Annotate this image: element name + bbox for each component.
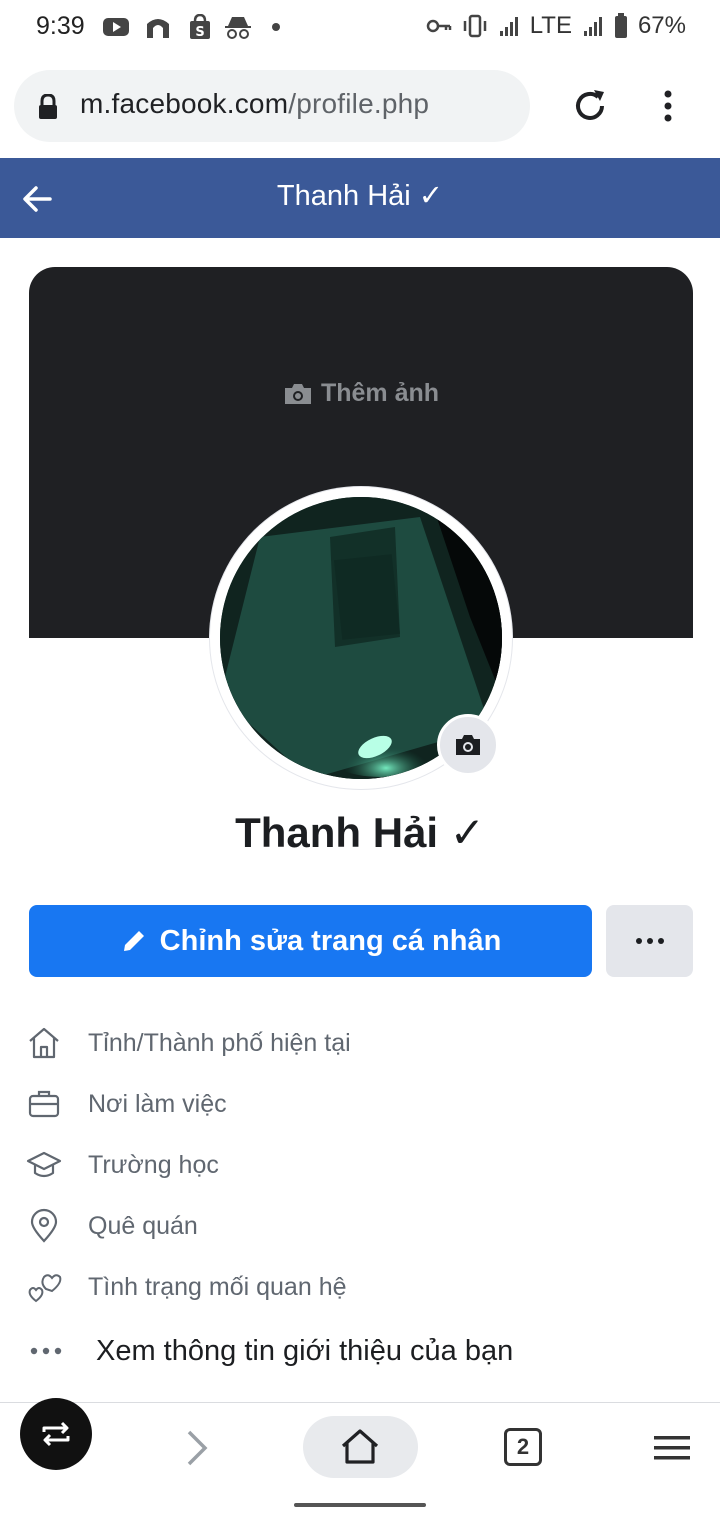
shopping-bag-icon: S — [190, 14, 210, 40]
home-icon — [341, 1429, 379, 1464]
address-bar[interactable]: m.facebook.com/profile.php — [14, 70, 530, 142]
network-type: LTE — [529, 12, 572, 39]
incognito-icon — [225, 17, 251, 39]
signal-icon-2 — [583, 17, 602, 36]
home-icon — [29, 1027, 59, 1059]
info-item-label: Nơi làm việc — [88, 1089, 227, 1118]
see-about-info-label: Xem thông tin giới thiệu của bạn — [96, 1334, 514, 1367]
signal-icon-1 — [499, 17, 518, 36]
graduation-cap-icon — [26, 1151, 62, 1178]
camera-icon — [456, 735, 480, 755]
more-dots-icon — [30, 1347, 62, 1355]
hearts-icon — [28, 1274, 62, 1303]
info-item-relationship[interactable]: Tình trạng mối quan hệ — [26, 1263, 686, 1311]
tab-switcher-button[interactable]: 2 — [504, 1428, 542, 1466]
change-profile-picture-button[interactable] — [437, 714, 499, 776]
edit-profile-label: Chỉnh sửa trang cá nhân — [159, 924, 502, 957]
edit-profile-button[interactable]: Chỉnh sửa trang cá nhân — [29, 905, 592, 977]
info-item-school[interactable]: Trường học — [26, 1141, 686, 1189]
briefcase-icon — [28, 1090, 60, 1118]
home-button[interactable] — [303, 1416, 418, 1478]
forward-chevron-icon[interactable] — [180, 1428, 214, 1468]
info-item-current-city[interactable]: Tỉnh/Thành phố hiện tại — [26, 1019, 686, 1067]
info-item-label: Tình trạng mối quan hệ — [88, 1272, 347, 1301]
location-pin-icon — [30, 1208, 58, 1243]
pencil-icon — [123, 931, 144, 951]
add-photo-label: Thêm ảnh — [320, 379, 440, 407]
status-right-group: LTE 67% — [426, 12, 686, 40]
info-item-label: Tỉnh/Thành phố hiện tại — [88, 1028, 351, 1057]
info-item-label: Quê quán — [88, 1211, 198, 1240]
hamburger-menu-icon[interactable] — [654, 1434, 690, 1462]
see-about-info-link[interactable]: Xem thông tin giới thiệu của bạn — [30, 1326, 513, 1376]
battery-level: 67% — [637, 12, 686, 39]
url-path: /profile.php — [288, 88, 430, 119]
status-time: 9:39 — [36, 12, 85, 40]
vpn-arch-icon — [147, 19, 169, 38]
svg-text:S: S — [195, 25, 204, 40]
notification-dot-icon — [272, 23, 280, 31]
gesture-navigation-bar[interactable] — [294, 1503, 426, 1507]
info-item-hometown[interactable]: Quê quán — [26, 1202, 686, 1250]
status-bar: 9:39 S LTE 67% — [0, 0, 720, 56]
lock-icon — [39, 94, 57, 119]
browser-menu-icon[interactable] — [660, 88, 676, 128]
youtube-icon — [103, 18, 129, 36]
info-item-label: Trường học — [88, 1150, 219, 1179]
url-host: m.facebook.com — [80, 88, 289, 119]
more-dots-icon — [635, 938, 664, 944]
reload-icon[interactable] — [570, 86, 610, 126]
vibrate-icon — [463, 14, 486, 38]
battery-icon — [614, 13, 627, 38]
info-item-workplace[interactable]: Nơi làm việc — [26, 1080, 686, 1128]
profile-name: Thanh Hải ✓ — [235, 809, 485, 856]
key-icon — [426, 19, 451, 33]
url-text[interactable]: m.facebook.com/profile.php — [80, 88, 429, 120]
more-options-button[interactable] — [606, 905, 693, 977]
facebook-header: Thanh Hải ✓ — [0, 158, 720, 238]
switch-tabs-floating-button[interactable] — [20, 1398, 92, 1470]
header-title: Thanh Hải ✓ — [276, 180, 444, 212]
add-cover-photo-button[interactable]: Thêm ảnh — [29, 379, 693, 408]
camera-icon — [284, 383, 311, 404]
swap-arrows-icon — [42, 1421, 70, 1447]
